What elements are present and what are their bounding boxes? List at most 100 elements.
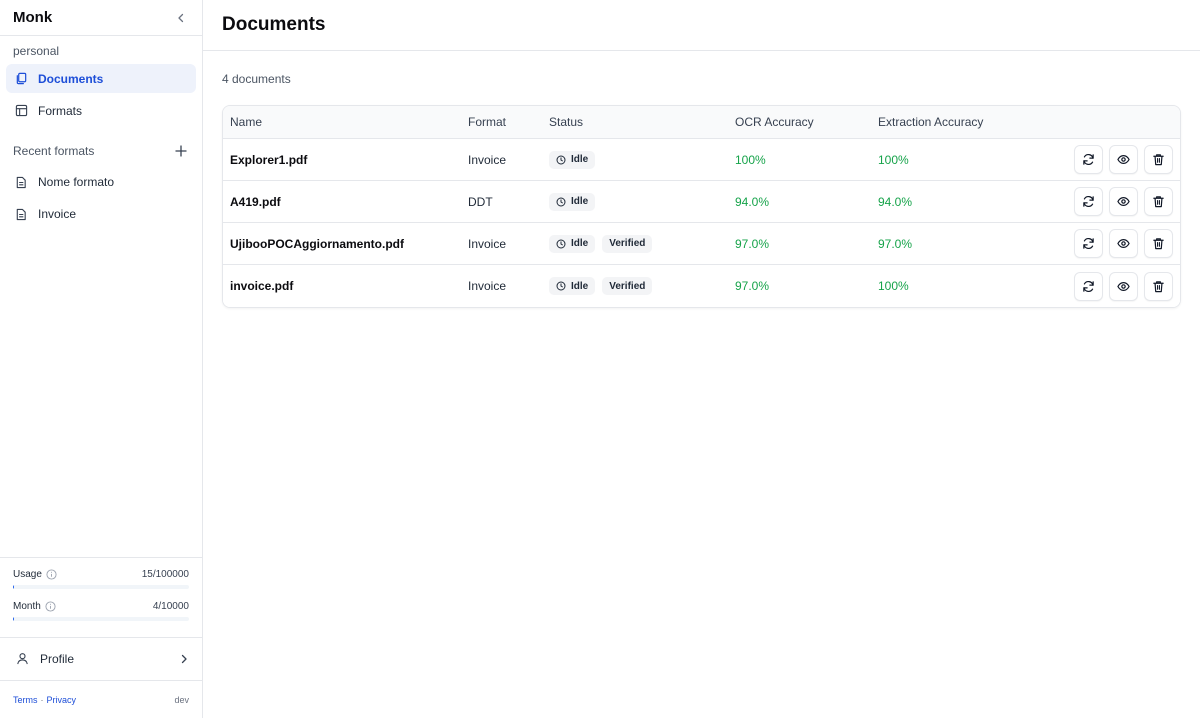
page-title: Documents	[222, 14, 326, 35]
trash-icon	[1153, 280, 1164, 292]
file-icon	[14, 175, 28, 189]
document-format: Invoice	[468, 236, 507, 251]
environment-label: dev	[174, 694, 189, 705]
chevron-right-icon	[181, 654, 187, 664]
sidebar-footer: Terms · Privacy dev	[0, 680, 202, 718]
verified-badge: Verified	[602, 234, 653, 253]
extraction-accuracy: 100%	[878, 279, 909, 293]
reprocess-button[interactable]	[1074, 271, 1103, 301]
add-format-button[interactable]	[173, 143, 189, 159]
status-text: Idle	[571, 154, 589, 165]
eye-icon	[1117, 281, 1130, 291]
row-actions	[1068, 139, 1173, 180]
document-format: Invoice	[468, 279, 507, 293]
verified-badge: Verified	[602, 277, 653, 295]
table-row[interactable]: invoice.pdf Invoice Idle Verified 97.0% …	[223, 265, 1180, 307]
profile-menu[interactable]: Profile	[0, 637, 202, 680]
status-badge: Idle	[549, 277, 596, 295]
profile-label: Profile	[40, 652, 75, 666]
column-header-ocr-accuracy: OCR Accuracy	[735, 115, 814, 129]
reprocess-button[interactable]	[1074, 145, 1103, 174]
eye-icon	[1117, 196, 1130, 207]
view-button[interactable]	[1109, 145, 1138, 174]
trash-icon	[1153, 196, 1164, 208]
document-name[interactable]: Explorer1.pdf	[230, 153, 307, 167]
status-badge: Idle	[549, 192, 596, 211]
sidebar: Monk personal Documents Formats Recent f…	[0, 0, 203, 718]
main-content: Documents 4 documents Name Format Status…	[203, 0, 1200, 718]
column-header-format: Format	[468, 115, 507, 129]
refresh-icon	[1083, 153, 1094, 166]
delete-button[interactable]	[1144, 229, 1173, 258]
delete-button[interactable]	[1144, 145, 1173, 174]
delete-button[interactable]	[1144, 271, 1173, 301]
month-label: Month	[13, 600, 41, 612]
reprocess-button[interactable]	[1074, 229, 1103, 258]
ocr-accuracy: 97.0%	[735, 236, 770, 251]
status-cell: Idle	[549, 181, 602, 222]
view-button[interactable]	[1109, 229, 1138, 258]
ocr-accuracy: 94.0%	[735, 194, 770, 209]
recent-format-item[interactable]: Invoice	[6, 198, 196, 230]
eye-icon	[1117, 238, 1130, 249]
table-header: Name Format Status OCR Accuracy Extracti…	[223, 106, 1180, 139]
document-name[interactable]: UjibooPOCAggiornamento.pdf	[230, 237, 404, 251]
column-header-status: Status	[549, 115, 584, 129]
row-actions	[1068, 181, 1173, 222]
recent-formats-header: Recent formats	[0, 143, 202, 159]
row-actions	[1068, 265, 1173, 307]
usage-label: Usage	[13, 568, 42, 580]
document-count: 4 documents	[222, 72, 291, 86]
recent-format-item[interactable]: Nome formato	[6, 166, 196, 198]
clock-icon	[556, 238, 566, 249]
documents-table: Name Format Status OCR Accuracy Extracti…	[222, 105, 1181, 308]
status-cell: Idle	[549, 139, 602, 180]
workspace-label: personal	[13, 44, 60, 58]
extraction-accuracy: 97.0%	[878, 236, 913, 251]
recent-formats-label: Recent formats	[13, 144, 95, 158]
month-progress-bar	[13, 617, 189, 621]
ocr-accuracy: 97.0%	[735, 279, 770, 293]
reprocess-button[interactable]	[1074, 187, 1103, 216]
sidebar-item-documents[interactable]: Documents	[6, 64, 196, 93]
status-badge: Idle	[549, 234, 596, 253]
table-row[interactable]: UjibooPOCAggiornamento.pdf Invoice Idle …	[223, 223, 1180, 265]
row-actions	[1068, 223, 1173, 264]
trash-icon	[1153, 154, 1164, 166]
table-icon	[14, 104, 28, 118]
info-icon[interactable]	[45, 600, 56, 612]
document-name[interactable]: invoice.pdf	[230, 279, 293, 293]
app-title: Monk	[13, 9, 53, 26]
extraction-accuracy: 100%	[878, 152, 909, 167]
trash-icon	[1153, 238, 1164, 250]
recent-format-label: Invoice	[38, 207, 77, 221]
column-header-extraction-accuracy: Extraction Accuracy	[878, 115, 984, 129]
privacy-link[interactable]: Privacy	[47, 695, 77, 705]
document-format: DDT	[468, 194, 493, 209]
refresh-icon	[1083, 195, 1094, 208]
sidebar-item-label: Documents	[38, 71, 104, 86]
collapse-sidebar-button[interactable]	[173, 10, 189, 26]
chevron-left-icon	[178, 13, 184, 22]
eye-icon	[1117, 154, 1130, 165]
document-format: Invoice	[468, 152, 507, 167]
table-row[interactable]: Explorer1.pdf Invoice Idle 100% 100%	[223, 139, 1180, 181]
column-header-name: Name	[230, 115, 263, 129]
view-button[interactable]	[1109, 187, 1138, 216]
view-button[interactable]	[1109, 271, 1138, 301]
status-badge: Idle	[549, 150, 596, 169]
info-icon[interactable]	[46, 568, 57, 580]
footer-separator: ·	[40, 694, 44, 705]
documents-icon	[14, 72, 28, 86]
refresh-icon	[1083, 280, 1094, 292]
terms-link[interactable]: Terms	[13, 695, 38, 705]
extraction-accuracy: 94.0%	[878, 194, 913, 209]
table-row[interactable]: A419.pdf DDT Idle 94.0% 94.0%	[223, 181, 1180, 223]
sidebar-item-formats[interactable]: Formats	[6, 96, 196, 125]
delete-button[interactable]	[1144, 187, 1173, 216]
sidebar-item-label: Formats	[38, 103, 83, 118]
usage-progress-bar	[13, 585, 189, 589]
usage-panel: Usage 15/100000 Month 4/10000	[0, 557, 202, 637]
document-name[interactable]: A419.pdf	[230, 195, 281, 209]
clock-icon	[556, 281, 566, 291]
